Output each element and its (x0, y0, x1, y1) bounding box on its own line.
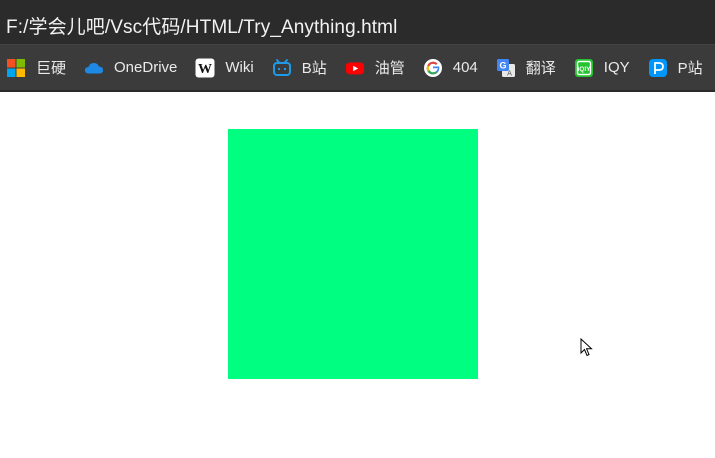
mouse-cursor-icon (580, 337, 594, 363)
svg-text:W: W (198, 62, 212, 77)
bookmarks-bar: 巨硬 OneDrive W Wiki B站 油管 404 G A 翻译 iQIY… (0, 44, 715, 92)
google-icon (423, 58, 443, 78)
bookmark-translate[interactable]: G A 翻译 (496, 57, 556, 78)
bookmark-label: 翻译 (525, 60, 556, 77)
bookmark-label: 404 (452, 59, 478, 76)
bilibili-icon (272, 58, 292, 78)
bookmark-label: 巨硬 (36, 60, 67, 77)
pixiv-icon (648, 58, 668, 78)
bookmark-bilibili[interactable]: B站 (272, 57, 327, 78)
bookmark-label: Wiki (225, 59, 254, 76)
bookmark-label: IQY (603, 59, 630, 76)
bookmark-pixiv[interactable]: P站 (648, 57, 703, 78)
svg-text:iQIY: iQIY (577, 66, 591, 73)
bookmark-onedrive[interactable]: OneDrive (84, 58, 177, 78)
onedrive-cloud-icon (84, 58, 104, 78)
address-bar-url[interactable]: F:/学会儿吧/Vsc代码/HTML/Try_Anything.html (6, 12, 397, 39)
bookmark-label: 油管 (374, 60, 405, 77)
svg-text:A: A (507, 69, 512, 77)
svg-text:G: G (499, 60, 506, 70)
address-bar[interactable]: F:/学会儿吧/Vsc代码/HTML/Try_Anything.html (0, 6, 715, 44)
bookmark-label: P站 (677, 60, 703, 77)
bookmark-youtube[interactable]: 油管 (345, 57, 405, 78)
bookmark-label: B站 (301, 60, 327, 77)
google-translate-icon: G A (496, 58, 516, 78)
bookmark-iqiyi[interactable]: iQIY IQY (574, 58, 630, 78)
microsoft-icon (6, 58, 26, 78)
bookmark-wiki[interactable]: W Wiki (195, 58, 254, 78)
green-square[interactable] (228, 129, 478, 379)
bookmark-google[interactable]: 404 (423, 58, 478, 78)
iqiyi-icon: iQIY (574, 58, 594, 78)
page-viewport (0, 92, 715, 456)
wikipedia-icon: W (195, 58, 215, 78)
bookmark-microsoft[interactable]: 巨硬 (6, 57, 66, 78)
youtube-icon (345, 58, 365, 78)
bookmark-label: OneDrive (114, 59, 178, 76)
